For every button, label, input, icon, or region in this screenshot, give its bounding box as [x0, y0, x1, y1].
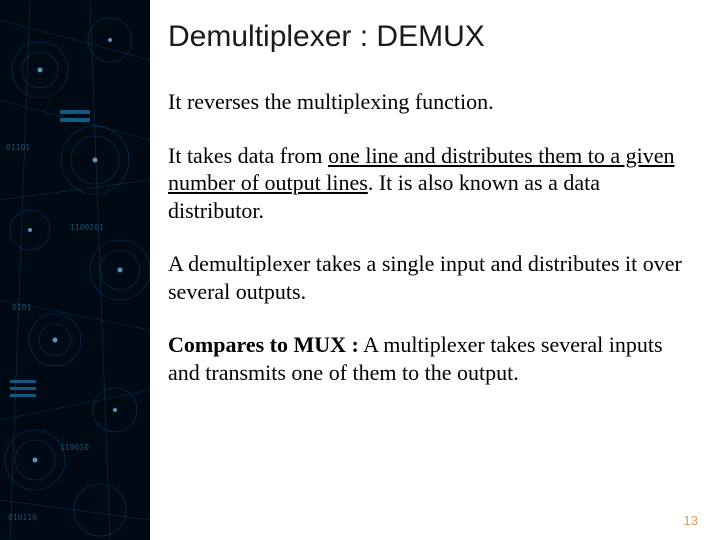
paragraph-4: Compares to MUX : A multiplexer takes se…	[168, 331, 690, 386]
page-number: 13	[684, 513, 698, 528]
paragraph-3: A demultiplexer takes a single input and…	[168, 250, 690, 305]
slide-content: Demultiplexer : DEMUX It reverses the mu…	[150, 0, 720, 540]
svg-text:110010: 110010	[60, 443, 89, 452]
svg-text:1100101: 1100101	[70, 223, 104, 232]
svg-text:01101: 01101	[6, 143, 30, 152]
slide-title: Demultiplexer : DEMUX	[168, 20, 690, 54]
svg-text:010110: 010110	[8, 513, 37, 522]
sidebar-decoration: 01101 1100101 0101 110010 010110	[0, 0, 150, 540]
paragraph-2: It takes data from one line and distribu…	[168, 142, 690, 225]
p4-label: Compares to MUX :	[168, 332, 359, 357]
svg-text:0101: 0101	[12, 303, 31, 312]
paragraph-1: It reverses the multiplexing function.	[168, 88, 690, 116]
p2-lead: It takes data from	[168, 143, 328, 168]
